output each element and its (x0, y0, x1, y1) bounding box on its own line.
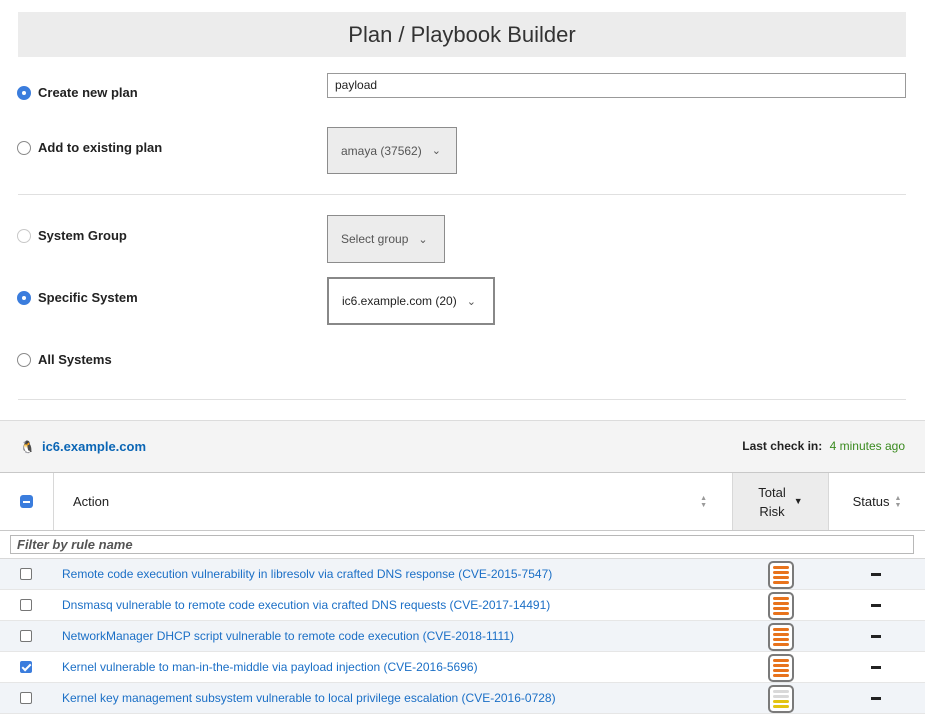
last-checkin: Last check in: 4 minutes ago (742, 439, 905, 453)
risk-level-icon (768, 592, 794, 620)
row-checkbox[interactable] (20, 568, 32, 580)
column-header-action-label: Action (73, 494, 110, 509)
rule-link[interactable]: Kernel vulnerable to man-in-the-middle v… (62, 660, 478, 674)
divider (18, 399, 906, 400)
risk-level-icon (768, 623, 794, 651)
row-checkbox[interactable] (20, 599, 32, 611)
create-new-plan-radio[interactable] (17, 85, 31, 100)
specific-system-label: Specific System (38, 290, 138, 305)
risk-level-icon (768, 561, 794, 589)
risk-label-line1: Total (758, 484, 786, 500)
linux-tux-icon: 🐧 (20, 439, 35, 454)
column-header-total-risk[interactable]: Total Risk ▼ (733, 473, 829, 530)
filter-rule-input[interactable]: Filter by rule name (10, 535, 914, 554)
table-row: Kernel vulnerable to man-in-the-middle v… (0, 652, 925, 683)
system-group-label: System Group (38, 228, 127, 243)
system-name: 🐧 ic6.example.com (20, 439, 146, 454)
chevron-down-icon: ⌄ (431, 145, 441, 157)
risk-label-line2: Risk (759, 503, 785, 519)
specific-system-radio[interactable] (17, 290, 31, 305)
select-all-checkbox[interactable] (20, 495, 33, 508)
column-header-status-label: Status (852, 494, 890, 509)
status-empty-indicator (871, 666, 881, 669)
rule-link[interactable]: NetworkManager DHCP script vulnerable to… (62, 629, 514, 643)
status-empty-indicator (871, 604, 881, 607)
group-select-value: Select group (341, 232, 409, 246)
page-title: Plan / Playbook Builder (18, 12, 906, 57)
all-systems-option[interactable]: All Systems (17, 352, 112, 367)
last-checkin-label: Last check in: (742, 439, 823, 453)
row-checkbox[interactable] (20, 630, 32, 642)
add-existing-plan-label: Add to existing plan (38, 140, 163, 155)
add-existing-plan-option[interactable]: Add to existing plan (17, 140, 162, 155)
system-summary-bar: 🐧 ic6.example.com Last check in: 4 minut… (0, 420, 925, 472)
risk-level-icon (768, 654, 794, 682)
row-checkbox[interactable] (20, 692, 32, 704)
specific-system-option[interactable]: Specific System (17, 290, 138, 305)
rule-link[interactable]: Dnsmasq vulnerable to remote code execut… (62, 598, 550, 612)
table-row: Kernel key management subsystem vulnerab… (0, 683, 925, 714)
system-select[interactable]: ic6.example.com (20) ⌄ (327, 277, 495, 325)
rules-table: Action ▲ ▼ Total Risk ▼ Status ▲ ▼ Filter … (0, 472, 925, 714)
all-systems-radio[interactable] (17, 352, 31, 367)
divider (18, 194, 906, 195)
risk-level-icon (768, 685, 794, 713)
rule-link[interactable]: Kernel key management subsystem vulnerab… (62, 691, 556, 705)
system-link[interactable]: ic6.example.com (42, 439, 146, 454)
sort-descending-icon: ▼ (793, 496, 803, 506)
chevron-down-icon: ⌄ (466, 295, 476, 308)
table-row: NetworkManager DHCP script vulnerable to… (0, 621, 925, 652)
plan-name-input[interactable]: payload (327, 73, 906, 98)
status-empty-indicator (871, 697, 881, 700)
status-empty-indicator (871, 635, 881, 638)
table-row: Dnsmasq vulnerable to remote code execut… (0, 590, 925, 621)
system-group-option[interactable]: System Group (17, 228, 127, 243)
table-header: Action ▲ ▼ Total Risk ▼ Status ▲ ▼ (0, 473, 925, 531)
column-header-status[interactable]: Status ▲ ▼ (829, 473, 925, 530)
group-select[interactable]: Select group ⌄ (327, 215, 445, 263)
existing-plan-select-value: amaya (37562) (341, 143, 422, 158)
column-header-action[interactable]: Action ▲ ▼ (54, 473, 733, 530)
row-checkbox[interactable] (20, 661, 32, 673)
sort-icon: ▲ ▼ (894, 494, 902, 509)
sort-icon: ▲ ▼ (700, 495, 707, 509)
status-empty-indicator (871, 573, 881, 576)
chevron-down-icon: ⌄ (418, 233, 428, 246)
table-body: Remote code execution vulnerability in l… (0, 559, 925, 714)
existing-plan-select[interactable]: amaya (37562) ⌄ (327, 127, 457, 174)
last-checkin-value: 4 minutes ago (829, 439, 905, 453)
column-header-risk-label: Total Risk (758, 483, 785, 521)
create-new-plan-option[interactable]: Create new plan (17, 85, 138, 100)
system-group-radio[interactable] (17, 228, 31, 243)
rule-link[interactable]: Remote code execution vulnerability in l… (62, 567, 552, 581)
all-systems-label: All Systems (38, 352, 112, 367)
create-new-plan-label: Create new plan (38, 85, 138, 100)
playbook-builder-page: Plan / Playbook Builder Create new plan … (0, 0, 933, 723)
select-all-cell (0, 473, 54, 530)
filter-row: Filter by rule name (0, 531, 925, 559)
table-row: Remote code execution vulnerability in l… (0, 559, 925, 590)
add-existing-plan-radio[interactable] (17, 140, 31, 155)
system-select-value: ic6.example.com (20) (342, 294, 457, 308)
